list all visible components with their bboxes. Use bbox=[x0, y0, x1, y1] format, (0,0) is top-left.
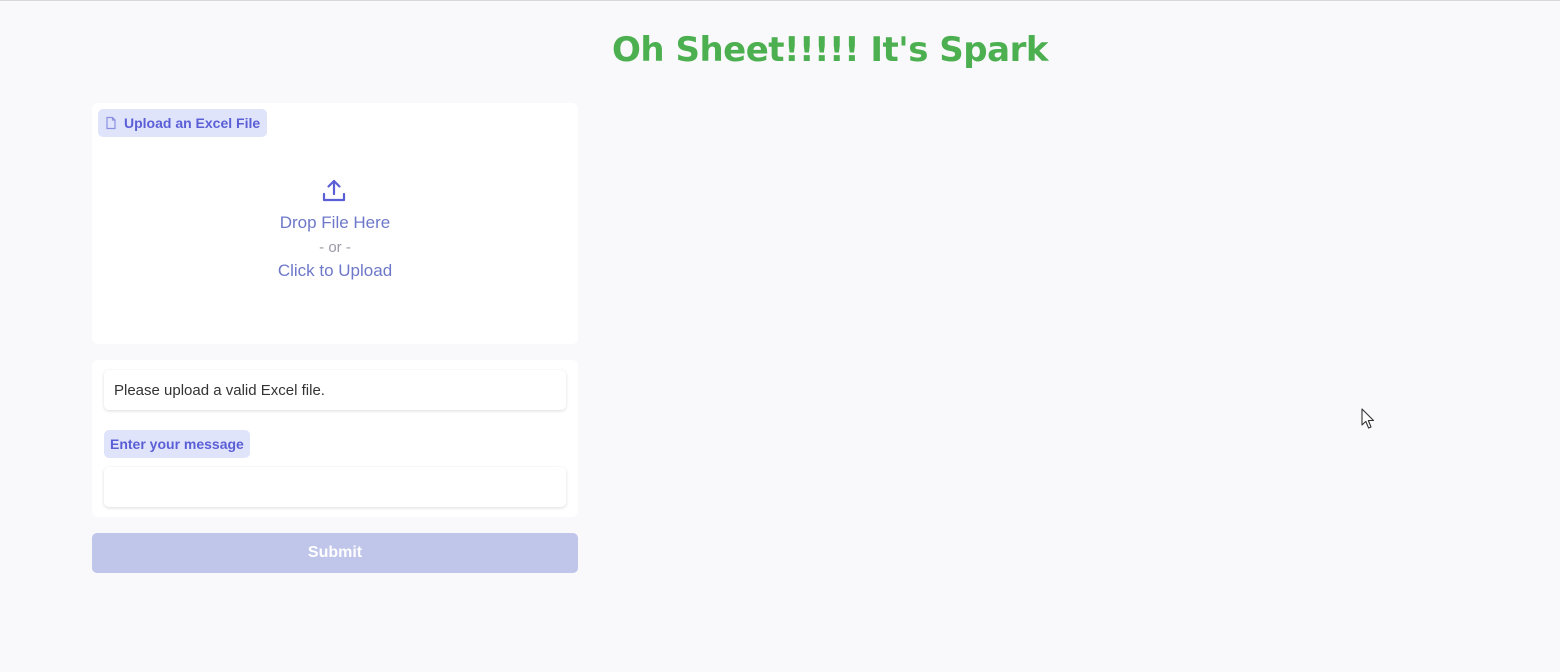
upload-label-badge: Upload an Excel File bbox=[98, 109, 268, 137]
file-icon bbox=[104, 116, 118, 130]
upload-label-text: Upload an Excel File bbox=[124, 115, 261, 131]
page-title: Oh Sheet!!!!! It's Spark bbox=[612, 30, 1048, 70]
or-separator-text: - or - bbox=[319, 239, 351, 256]
file-upload-dropzone[interactable]: Upload an Excel File Drop File Here - or… bbox=[92, 103, 578, 344]
status-message-text: Please upload a valid Excel file. bbox=[114, 381, 325, 399]
drop-file-text: Drop File Here bbox=[279, 213, 391, 232]
click-to-upload-link[interactable]: Click to Upload bbox=[92, 261, 578, 281]
message-panel: Please upload a valid Excel file. Enter … bbox=[92, 360, 578, 517]
mouse-cursor-icon bbox=[1361, 408, 1375, 430]
top-divider bbox=[0, 0, 1560, 1]
submit-button[interactable]: Submit bbox=[92, 533, 578, 573]
message-label: Enter your message bbox=[104, 430, 250, 458]
message-input[interactable] bbox=[104, 467, 566, 507]
status-message: Please upload a valid Excel file. bbox=[104, 370, 566, 410]
upload-icon[interactable] bbox=[321, 178, 347, 204]
